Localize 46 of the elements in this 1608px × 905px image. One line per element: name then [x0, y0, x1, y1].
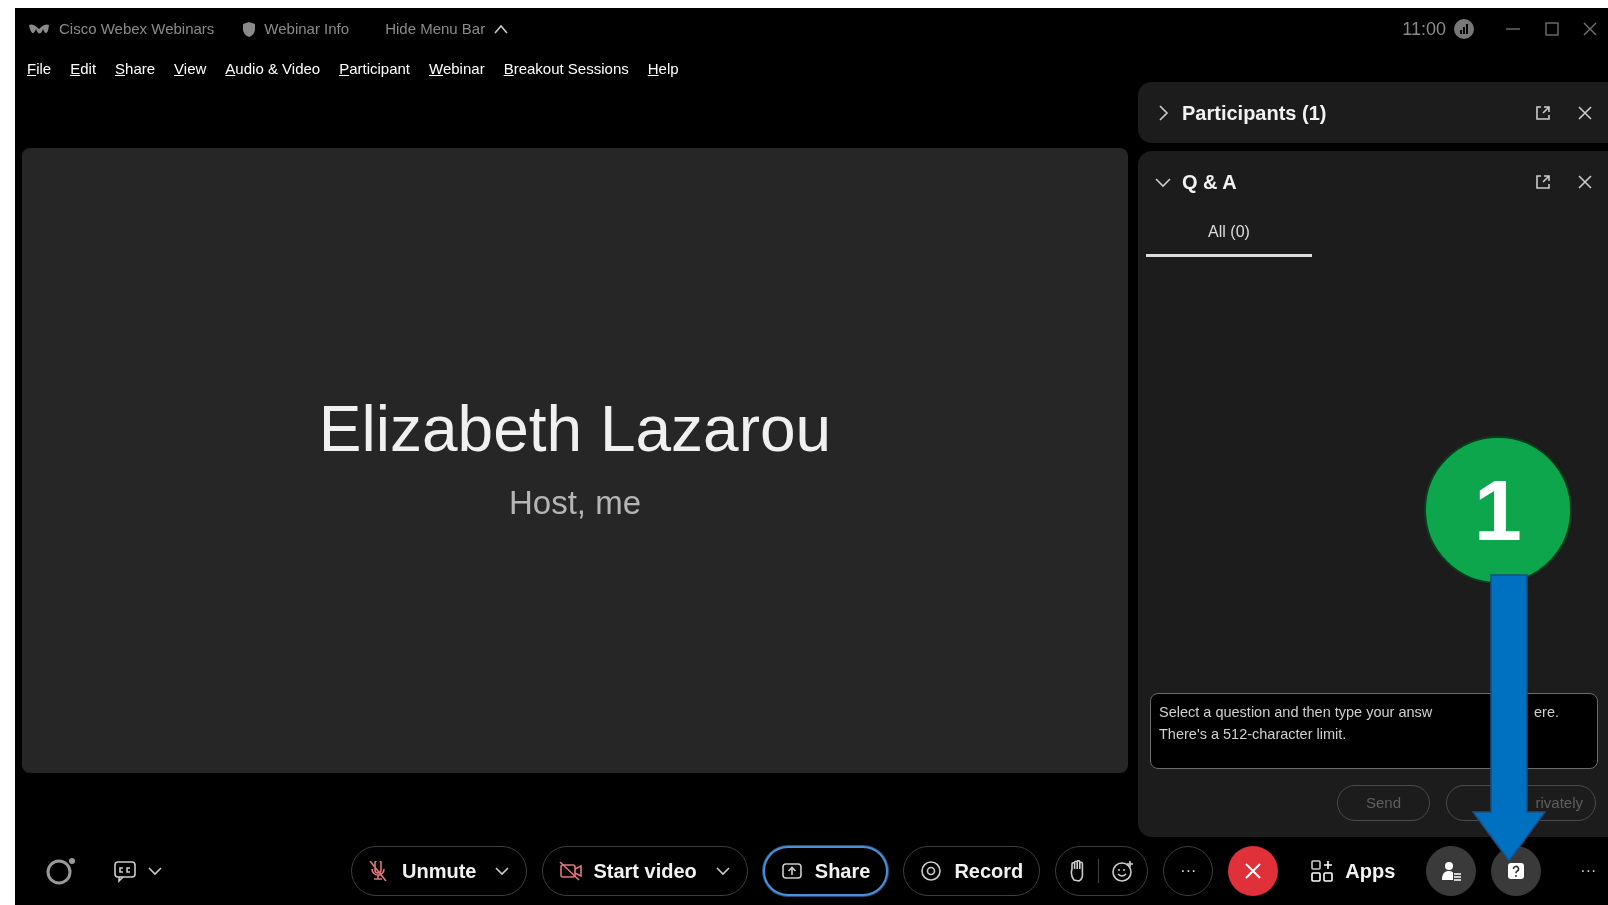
menu-item[interactable]: Participant: [339, 58, 411, 82]
menu-item[interactable]: Audio & Video: [225, 58, 321, 82]
toolbar-button[interactable]: Start video: [542, 846, 748, 896]
close-icon: [1244, 862, 1263, 880]
menu-item[interactable]: Breakout Sessions: [503, 58, 629, 82]
shield-icon: [242, 20, 257, 38]
question-icon: [1506, 861, 1527, 881]
hide-menu-bar-button[interactable]: Hide Menu Bar: [385, 17, 486, 41]
menu-item[interactable]: File: [27, 58, 52, 82]
share-screen-icon: [780, 861, 805, 881]
pop-out-icon[interactable]: [1534, 103, 1552, 122]
apps-button[interactable]: Apps: [1305, 855, 1402, 887]
signal-icon[interactable]: [1454, 19, 1474, 39]
clock-time: 11:00: [1402, 17, 1446, 41]
menu-item[interactable]: Help: [647, 58, 679, 82]
participant-list-icon: [1440, 860, 1463, 882]
panel-title: Participants (1): [1182, 100, 1328, 126]
webinar-info-link[interactable]: Webinar Info: [264, 17, 350, 41]
menu-item[interactable]: View: [174, 58, 207, 82]
toolbar-button[interactable]: [1426, 846, 1477, 896]
pop-out-icon[interactable]: [1534, 172, 1552, 191]
camera-off-icon: [559, 861, 584, 881]
participant-role: Host, me: [508, 482, 641, 523]
close-icon[interactable]: [1582, 21, 1598, 37]
close-icon[interactable]: [1576, 103, 1594, 122]
participant-name: Elizabeth Lazarou: [318, 393, 832, 464]
answer-field[interactable]: Select a question and then type your answ ere. There's a 512-character limit.: [1150, 693, 1598, 769]
toolbar-button[interactable]: Unmute: [351, 846, 528, 896]
tab[interactable]: All (0): [1146, 212, 1312, 257]
app-title: Cisco Webex Webinars: [59, 18, 215, 39]
closed-captions-icon[interactable]: [113, 859, 137, 883]
toolbar-button[interactable]: Share: [762, 846, 889, 896]
toolbar-button[interactable]: Record: [903, 846, 1041, 896]
caret-icon[interactable]: [147, 866, 163, 876]
menu-item[interactable]: Edit: [70, 58, 97, 82]
panel-title: Q & A: [1182, 169, 1238, 195]
more-options-button[interactable]: ···: [1574, 858, 1603, 884]
toolbar-button[interactable]: ···: [1163, 846, 1214, 896]
assistant-icon[interactable]: [45, 857, 77, 885]
close-icon[interactable]: [1576, 172, 1594, 191]
apps-icon: [1311, 860, 1334, 882]
chevron-up-icon[interactable]: [493, 23, 510, 35]
menu-item[interactable]: Share: [115, 58, 156, 82]
end-call-button[interactable]: [1228, 846, 1279, 896]
emoji-add-icon[interactable]: [1111, 860, 1136, 882]
menu-item[interactable]: Webinar: [429, 58, 485, 82]
